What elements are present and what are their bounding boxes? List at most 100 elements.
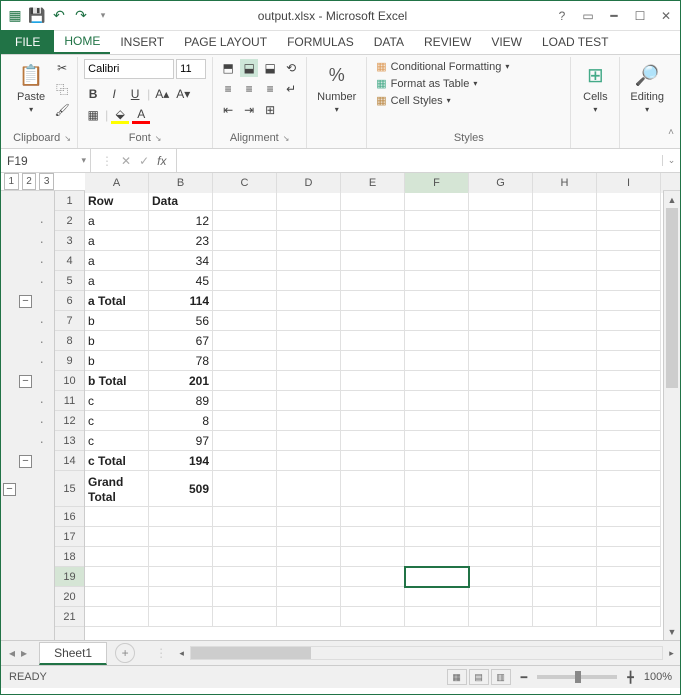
outline-collapse-button[interactable]: − [19,295,32,308]
cell-H4[interactable] [533,251,597,271]
scroll-thumb-vertical[interactable] [666,208,678,388]
cell-C9[interactable] [213,351,277,371]
cell-H8[interactable] [533,331,597,351]
cell-E11[interactable] [341,391,405,411]
scroll-up-icon[interactable]: ▲ [664,191,680,208]
cell-D14[interactable] [277,451,341,471]
redo-icon[interactable]: ↷ [73,8,89,24]
tab-formulas[interactable]: FORMULAS [277,30,364,54]
formula-bar[interactable] [176,149,662,172]
cell-D11[interactable] [277,391,341,411]
cell-D6[interactable] [277,291,341,311]
cell-B8[interactable]: 67 [149,331,213,351]
scroll-left-icon[interactable]: ◂ [173,648,190,659]
cell-G13[interactable] [469,431,533,451]
align-bottom-icon[interactable]: ⬓ [261,59,279,77]
zoom-in-icon[interactable]: ╋ [627,671,634,684]
cell-E1[interactable] [341,191,405,211]
cell-C7[interactable] [213,311,277,331]
sheet-tab[interactable]: Sheet1 [39,642,107,665]
cell-I3[interactable] [597,231,661,251]
cell-D9[interactable] [277,351,341,371]
cell-C16[interactable] [213,507,277,527]
cell-B9[interactable]: 78 [149,351,213,371]
cell-A7[interactable]: b [85,311,149,331]
row-header-3[interactable]: 3 [55,231,84,251]
cell-G16[interactable] [469,507,533,527]
cell-I12[interactable] [597,411,661,431]
cell-A14[interactable]: c Total [85,451,149,471]
cell-B16[interactable] [149,507,213,527]
cell-H14[interactable] [533,451,597,471]
cell-C12[interactable] [213,411,277,431]
cell-E7[interactable] [341,311,405,331]
cell-B17[interactable] [149,527,213,547]
cell-H7[interactable] [533,311,597,331]
cell-C15[interactable] [213,471,277,507]
zoom-slider[interactable] [537,675,617,679]
cell-H1[interactable] [533,191,597,211]
cell-H11[interactable] [533,391,597,411]
wrap-text-icon[interactable]: ↵ [282,80,300,98]
cell-I17[interactable] [597,527,661,547]
maximize-icon[interactable]: ☐ [632,8,648,24]
cell-A3[interactable]: a [85,231,149,251]
cell-F2[interactable] [405,211,469,231]
outline-level-1[interactable]: 1 [4,173,19,190]
close-icon[interactable]: ✕ [658,8,674,24]
fill-color-icon[interactable]: ⬙ [111,106,129,124]
cell-H19[interactable] [533,567,597,587]
cell-C21[interactable] [213,607,277,627]
column-header-I[interactable]: I [597,173,661,193]
vertical-scrollbar[interactable]: ▲ ▼ [663,191,680,640]
merge-icon[interactable]: ⊞ [261,101,279,119]
row-header-12[interactable]: 12 [55,411,84,431]
cell-I21[interactable] [597,607,661,627]
cell-G5[interactable] [469,271,533,291]
cell-A17[interactable] [85,527,149,547]
outline-collapse-button[interactable]: − [3,483,16,496]
cell-H6[interactable] [533,291,597,311]
save-icon[interactable]: 💾 [29,8,45,24]
cell-D1[interactable] [277,191,341,211]
grow-font-icon[interactable]: A▴ [153,85,171,103]
cells-area[interactable]: RowDataa12a23a34a45a Total114b56b67b78b … [85,191,663,640]
row-header-17[interactable]: 17 [55,527,84,547]
cell-A10[interactable]: b Total [85,371,149,391]
borders-icon[interactable]: ▦ [84,106,102,124]
cell-A21[interactable] [85,607,149,627]
cell-F12[interactable] [405,411,469,431]
cell-A9[interactable]: b [85,351,149,371]
cell-B11[interactable]: 89 [149,391,213,411]
column-header-D[interactable]: D [277,173,341,193]
name-box[interactable]: F19 [1,149,91,172]
tab-load-test[interactable]: LOAD TEST [532,30,618,54]
cell-D16[interactable] [277,507,341,527]
cell-H21[interactable] [533,607,597,627]
cell-C19[interactable] [213,567,277,587]
cell-H17[interactable] [533,527,597,547]
cell-B21[interactable] [149,607,213,627]
cell-E19[interactable] [341,567,405,587]
align-left-icon[interactable]: ≡ [219,80,237,98]
cell-A8[interactable]: b [85,331,149,351]
horizontal-scrollbar[interactable]: ⋮ ◂ ▸ [155,646,680,660]
cell-E9[interactable] [341,351,405,371]
cell-H15[interactable] [533,471,597,507]
align-right-icon[interactable]: ≡ [261,80,279,98]
font-color-icon[interactable]: A [132,106,150,124]
row-header-8[interactable]: 8 [55,331,84,351]
conditional-formatting-button[interactable]: ▦Conditional Formatting▾ [373,59,512,74]
view-page-break-icon[interactable]: ▥ [491,669,511,685]
cell-I4[interactable] [597,251,661,271]
cell-G6[interactable] [469,291,533,311]
underline-button[interactable]: U [126,85,144,103]
accept-formula-icon[interactable]: ✓ [139,154,149,168]
collapse-ribbon-icon[interactable]: ˄ [668,127,674,138]
tab-page-layout[interactable]: PAGE LAYOUT [174,30,277,54]
outline-collapse-button[interactable]: − [19,455,32,468]
cell-F8[interactable] [405,331,469,351]
row-header-9[interactable]: 9 [55,351,84,371]
tab-view[interactable]: VIEW [481,30,532,54]
cells-button[interactable]: ⊞ Cells ▾ [577,59,613,116]
